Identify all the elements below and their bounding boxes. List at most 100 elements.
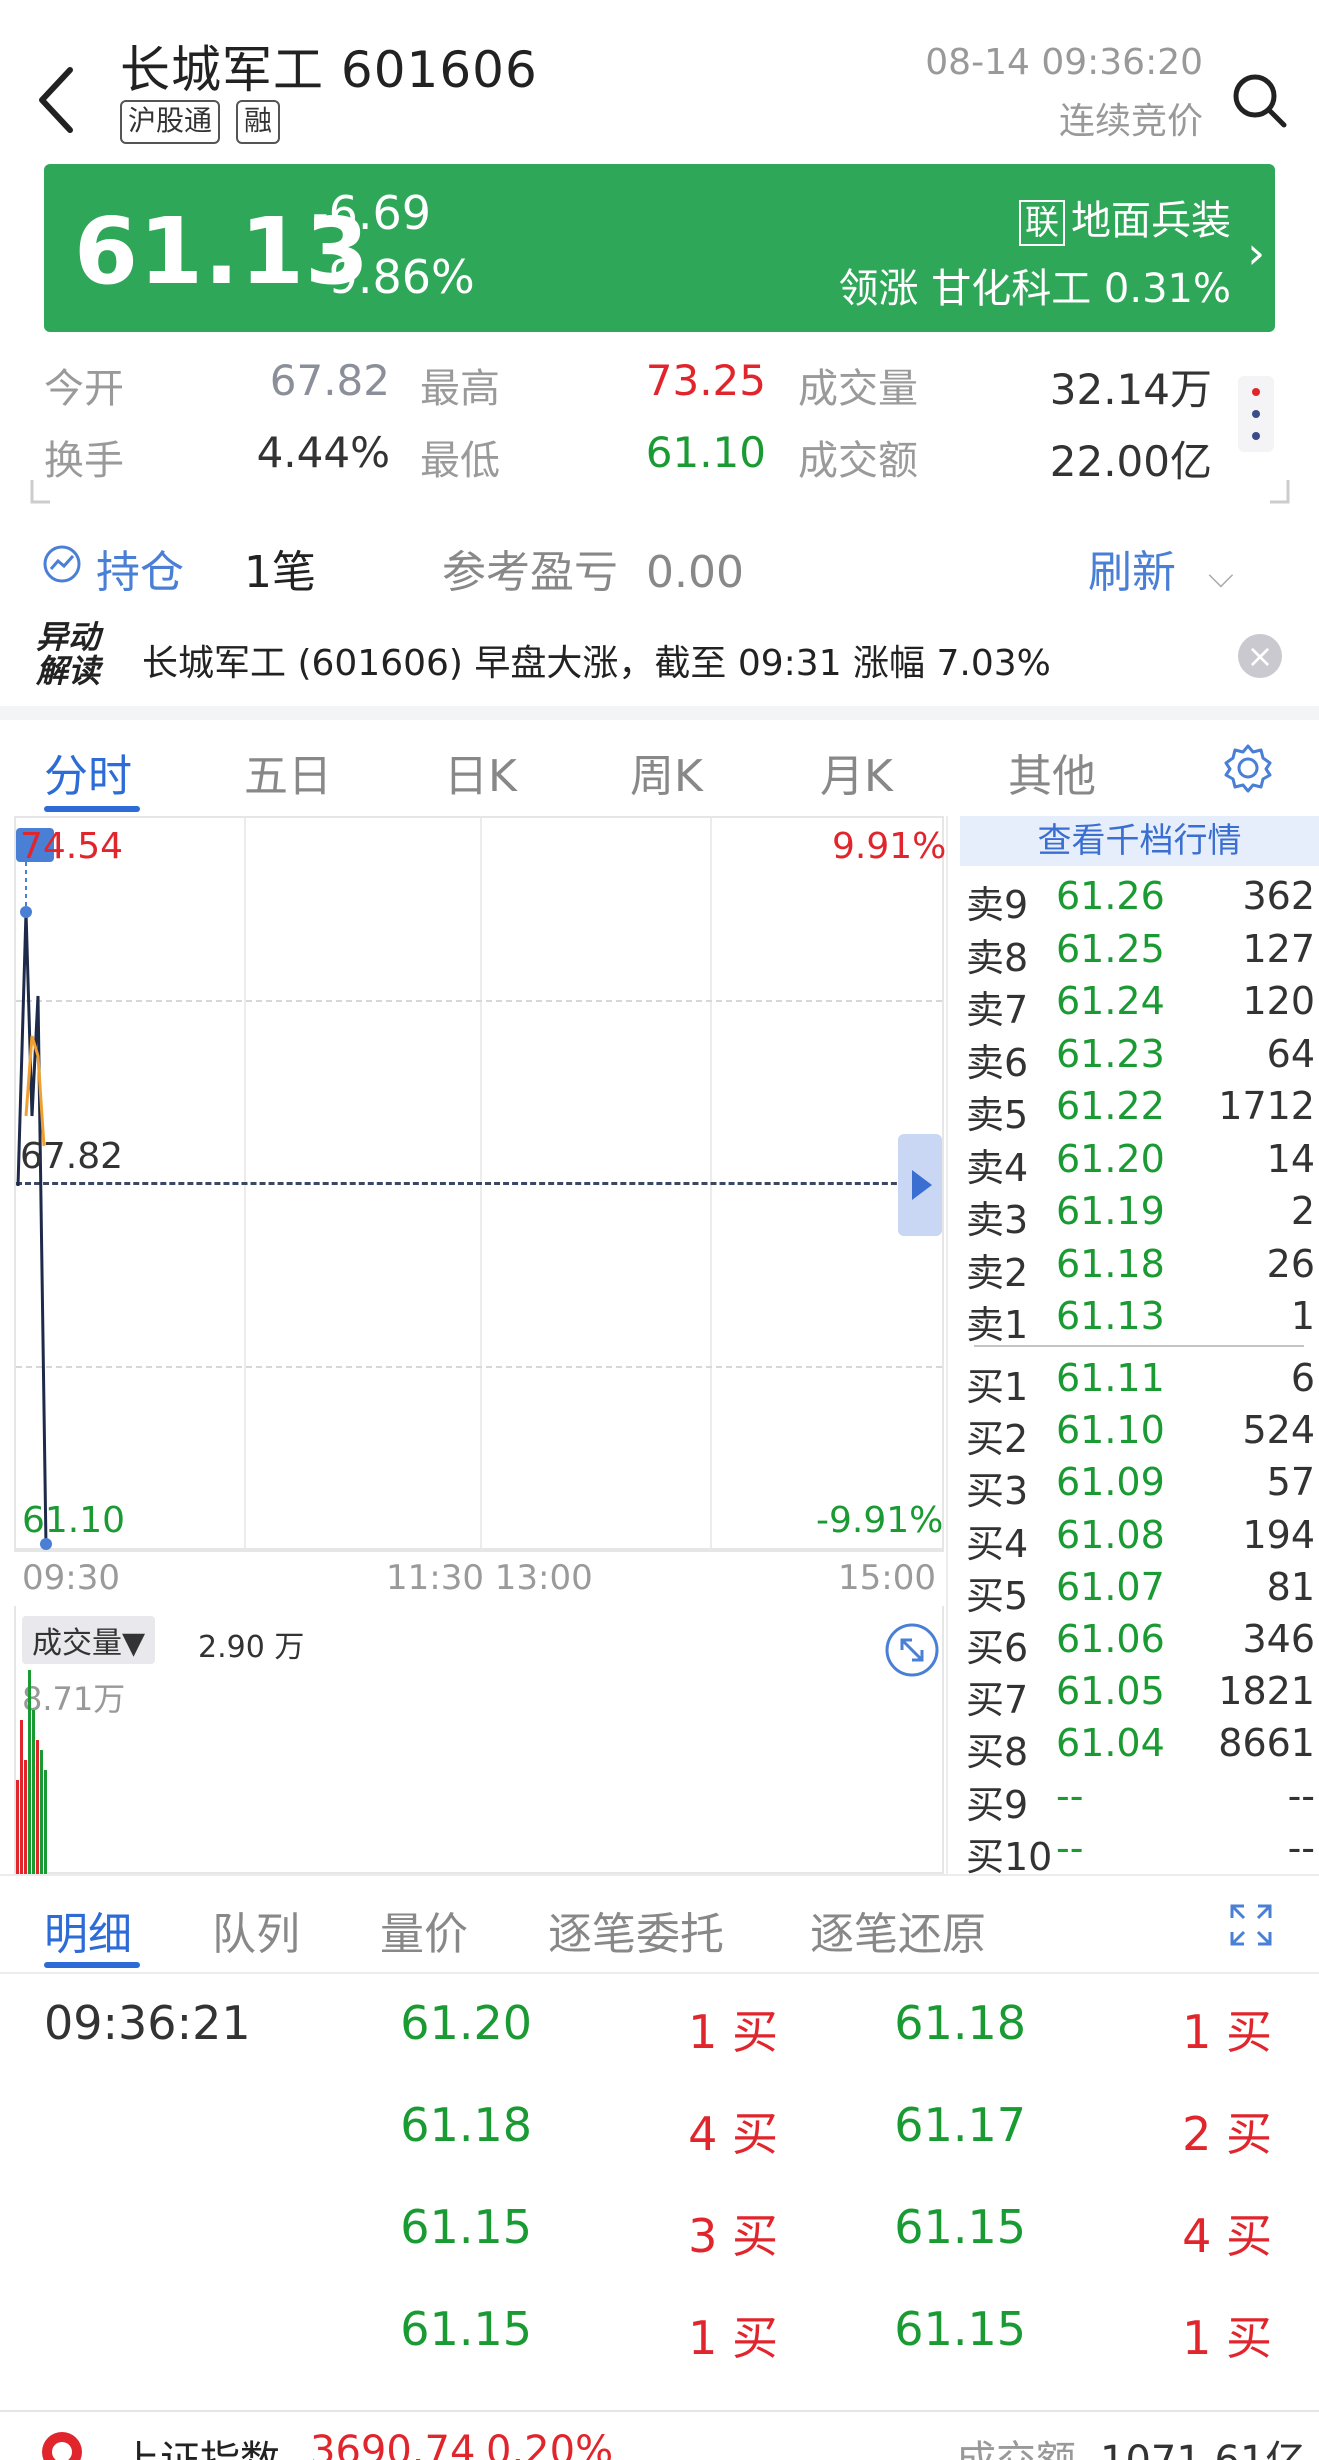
ask-label: 卖4: [966, 1146, 1029, 1190]
trade-volume: 1 买: [688, 2005, 778, 2059]
price-line: [16, 911, 48, 1547]
trade-volume: 4 买: [688, 2107, 778, 2161]
volume-current: 2.90 万: [198, 1630, 305, 1665]
x-label-open: 09:30: [22, 1558, 120, 1598]
trade-status: 连续竞价: [1058, 101, 1203, 142]
close-icon[interactable]: ×: [1238, 634, 1282, 678]
tab-tick-restore[interactable]: 逐笔还原: [810, 1898, 986, 1962]
tab-volume-price[interactable]: 量价: [380, 1898, 468, 1962]
ask-volume: 120: [1242, 979, 1315, 1023]
chart-side-toggle[interactable]: [898, 1134, 942, 1236]
bid-volume: 8661: [1218, 1721, 1315, 1765]
ask-label: 卖9: [966, 883, 1029, 927]
y-bottom-pct: -9.91%: [816, 1500, 944, 1541]
high-value: 73.25: [645, 356, 766, 405]
refresh-button[interactable]: 刷新 ⌵: [1088, 536, 1234, 600]
holdings-count: 1笔: [244, 547, 316, 598]
order-book-separator: [946, 816, 948, 1876]
gear-icon[interactable]: [1222, 742, 1274, 794]
trade-volume: 2 买: [1182, 2107, 1272, 2161]
expand-icon[interactable]: [884, 1622, 940, 1678]
bid-price[interactable]: 61.10: [1056, 1408, 1165, 1452]
ask-price[interactable]: 61.18: [1056, 1242, 1165, 1286]
y-top-pct: 9.91%: [832, 826, 947, 867]
tab-daily-k[interactable]: 日K: [444, 740, 517, 804]
bid-price[interactable]: 61.06: [1056, 1617, 1165, 1661]
tab-queue[interactable]: 队列: [212, 1898, 300, 1962]
section-divider: [0, 1874, 1319, 1876]
stats-bracket: [30, 480, 1290, 504]
tab-monthly-k[interactable]: 月K: [820, 740, 893, 804]
tab-five-day[interactable]: 五日: [244, 740, 332, 804]
ask-volume: 1: [1290, 1294, 1315, 1338]
quote-datetime: 08-14 09:36:20: [925, 42, 1203, 83]
trade-volume: 1 买: [1182, 2005, 1272, 2059]
trade-volume: 1 买: [688, 2311, 778, 2365]
tab-intraday[interactable]: 分时: [44, 740, 132, 804]
ask-label: 卖6: [966, 1041, 1029, 1085]
bid-volume: --: [1287, 1826, 1315, 1870]
volume-value: 32.14万: [1049, 365, 1212, 414]
ask-price[interactable]: 61.24: [1056, 979, 1165, 1023]
ask-price[interactable]: 61.22: [1056, 1084, 1165, 1128]
turnover-value: 4.44%: [256, 428, 390, 477]
bid-label: 买5: [966, 1574, 1029, 1618]
depth-view-button[interactable]: 查看千档行情: [960, 816, 1319, 866]
bid-volume: 194: [1242, 1513, 1315, 1557]
ask-label: 卖8: [966, 936, 1029, 980]
pnl-label: 参考盈亏: [442, 547, 618, 598]
tab-more[interactable]: 其他: [1008, 740, 1096, 804]
back-arrow-icon[interactable]: [30, 60, 90, 140]
ask-price[interactable]: 61.25: [1056, 927, 1165, 971]
bid-price[interactable]: --: [1056, 1774, 1083, 1818]
price-banner[interactable]: 61.13 -6.69 -9.86% 联地面兵装 领涨 甘化科工 0.31% ›: [44, 164, 1275, 332]
bid-label: 买1: [966, 1365, 1029, 1409]
bid-price[interactable]: 61.09: [1056, 1460, 1165, 1504]
exchange-logo-icon: [42, 2432, 82, 2460]
sector-badge: 联: [1019, 200, 1065, 246]
holdings-label[interactable]: 持仓: [96, 536, 184, 600]
fullscreen-icon[interactable]: [1226, 1900, 1276, 1950]
section-divider: [0, 1972, 1319, 1974]
bid-price[interactable]: 61.04: [1056, 1721, 1165, 1765]
section-divider: [0, 706, 1319, 720]
ask-volume: 1712: [1218, 1084, 1315, 1128]
volume-bars: [16, 1670, 47, 1874]
open-value: 67.82: [269, 356, 390, 405]
trade-volume: 1 买: [1182, 2311, 1272, 2365]
ask-price[interactable]: 61.13: [1056, 1294, 1165, 1338]
tab-indicator: [44, 806, 140, 812]
bid-price[interactable]: 61.11: [1056, 1356, 1165, 1400]
index-amount-label: 成交额: [956, 2428, 1076, 2460]
tab-weekly-k[interactable]: 周K: [630, 740, 703, 804]
news-logo-line2: 解读: [36, 652, 101, 690]
trade-volume: 3 买: [688, 2209, 778, 2263]
trade-price: 61.18: [400, 2098, 532, 2152]
sector-link[interactable]: 联地面兵装: [1019, 188, 1231, 246]
tab-detail[interactable]: 明细: [44, 1898, 132, 1962]
ask-price[interactable]: 61.26: [1056, 874, 1165, 918]
bid-label: 买3: [966, 1469, 1029, 1513]
bid-price[interactable]: 61.07: [1056, 1565, 1165, 1609]
bid-price[interactable]: 61.05: [1056, 1669, 1165, 1713]
ask-volume: 64: [1266, 1032, 1315, 1076]
ask-price[interactable]: 61.19: [1056, 1189, 1165, 1233]
price-change-pct: -9.86%: [312, 250, 475, 304]
margin-tag: 融: [236, 100, 281, 144]
ask-price[interactable]: 61.23: [1056, 1032, 1165, 1076]
high-point: [20, 906, 32, 918]
news-headline[interactable]: 长城军工 (601606) 早盘大涨，截至 09:31 涨幅 7.03%: [142, 634, 1051, 686]
bid-price[interactable]: --: [1056, 1826, 1083, 1870]
page-title: 长城军工 601606: [120, 41, 538, 99]
ask-price[interactable]: 61.20: [1056, 1137, 1165, 1181]
x-label-close: 15:00: [838, 1558, 936, 1598]
index-ticker[interactable]: 上证指数 3690.74 0.20% 成交额 1071.61亿: [0, 2410, 1319, 2460]
search-icon[interactable]: [1229, 70, 1289, 130]
bid-price[interactable]: 61.08: [1056, 1513, 1165, 1557]
ask-volume: 2: [1290, 1189, 1315, 1233]
open-label: 今开: [44, 366, 124, 412]
volume-indicator-select[interactable]: 成交量▼: [22, 1616, 156, 1664]
tab-tick-orders[interactable]: 逐笔委托: [548, 1898, 724, 1962]
bid-volume: 81: [1266, 1565, 1315, 1609]
more-stats-button[interactable]: [1238, 376, 1274, 452]
